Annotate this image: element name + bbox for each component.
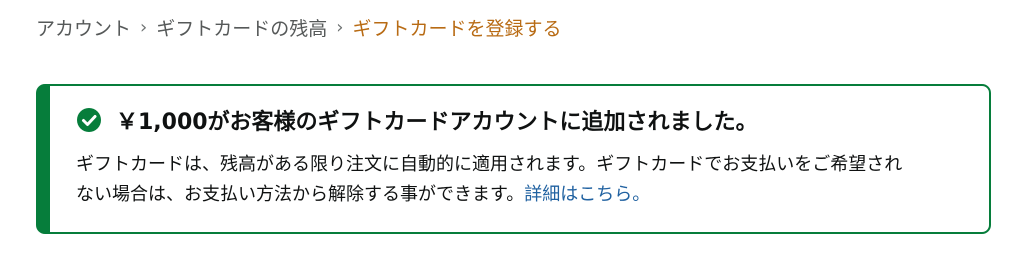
breadcrumb-separator: › bbox=[140, 16, 148, 38]
details-link[interactable]: 詳細はこちら。 bbox=[524, 184, 650, 205]
breadcrumb-account-link[interactable]: アカウント bbox=[36, 14, 131, 41]
breadcrumb-gift-card-balance-link[interactable]: ギフトカードの残高 bbox=[156, 14, 327, 41]
alert-body-line-2: ない場合は、お支払い方法から解除する事ができます。詳細はこちら。 bbox=[76, 180, 976, 210]
alert-body-line-2-text: ない場合は、お支払い方法から解除する事ができます。 bbox=[76, 184, 525, 205]
breadcrumb: アカウント › ギフトカードの残高 › ギフトカードを登録する bbox=[36, 12, 561, 42]
alert-body-line-1: ギフトカードは、残高がある限り注文に自動的に適用されます。ギフトカードでお支払い… bbox=[76, 154, 903, 175]
breadcrumb-current-page: ギフトカードを登録する bbox=[352, 17, 562, 40]
breadcrumb-separator: › bbox=[336, 16, 344, 38]
alert-heading: ￥1,000がお客様のギフトカードアカウントに追加されました。 bbox=[76, 104, 758, 136]
success-alert: ￥1,000がお客様のギフトカードアカウントに追加されました。 ギフトカードは、… bbox=[36, 84, 991, 234]
alert-heading-text: ￥1,000がお客様のギフトカードアカウントに追加されました。 bbox=[116, 110, 758, 135]
check-circle-icon bbox=[76, 107, 102, 133]
alert-body: ギフトカードは、残高がある限り注文に自動的に適用されます。ギフトカードでお支払い… bbox=[76, 150, 976, 210]
